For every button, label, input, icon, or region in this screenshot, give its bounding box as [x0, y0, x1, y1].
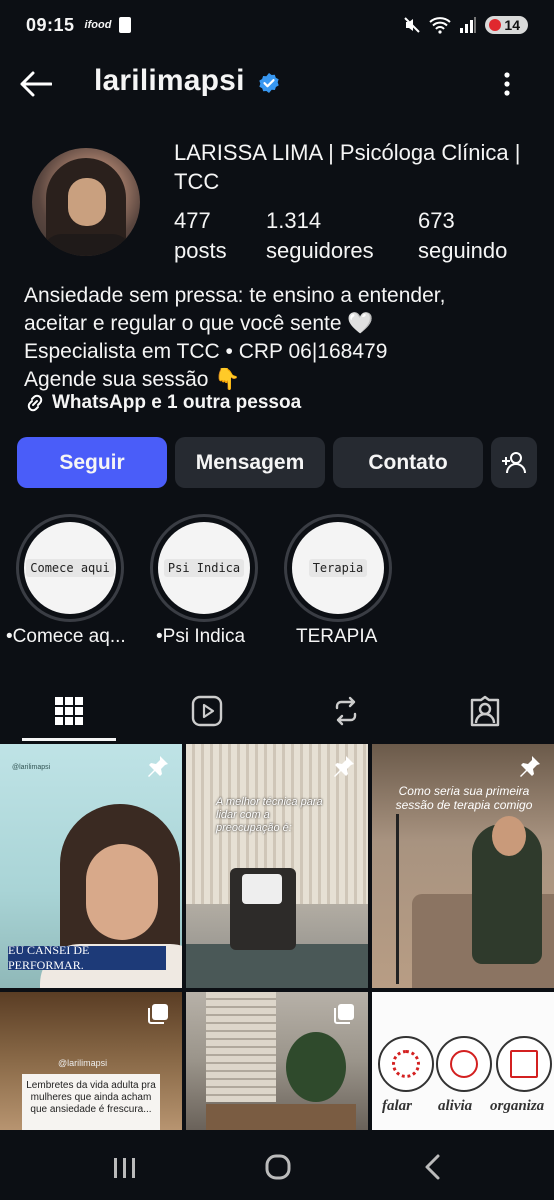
profile-links[interactable]: WhatsApp e 1 outra pessoa: [24, 392, 301, 414]
status-time: 09:15: [26, 14, 75, 35]
profile-header: larilimapsi: [0, 56, 554, 112]
highlight-terapia[interactable]: Terapia TERAPIA: [284, 514, 392, 647]
message-button[interactable]: Mensagem: [175, 437, 325, 488]
post-overlay-text: A melhor técnica para lidar com a preocu…: [216, 796, 323, 834]
system-navigation-bar: [0, 1130, 554, 1200]
highlight-ring: Psi Indica: [150, 514, 258, 622]
post-thumbnail[interactable]: [186, 992, 368, 1130]
stat-posts[interactable]: 477 posts: [174, 206, 227, 266]
suggested-users-button[interactable]: [491, 437, 537, 488]
grid-icon: [55, 697, 83, 725]
tagged-icon: [470, 695, 500, 727]
highlight-cover: Comece aqui: [24, 522, 116, 614]
reels-icon: [191, 695, 223, 727]
links-label: WhatsApp e 1 outra pessoa: [52, 392, 302, 413]
highlight-cover: Terapia: [292, 522, 384, 614]
tab-tagged[interactable]: [416, 680, 554, 742]
post-handle: @larilimapsi: [12, 764, 51, 771]
ifood-notification-icon: ifood: [84, 19, 112, 31]
carousel-icon: [148, 1004, 168, 1024]
post-thumbnail[interactable]: Como seria sua primeira sessão de terapi…: [372, 744, 554, 988]
highlight-cover-text: Comece aqui: [26, 559, 114, 577]
status-bar: 09:15 ifood 14: [0, 0, 554, 50]
stat-label: seguindo: [418, 238, 508, 263]
highlight-caption: •Psi Indica: [156, 626, 246, 647]
profile-display-name: LARISSA LIMA | Psicóloga Clínica | TCC: [174, 140, 521, 194]
battery-level: 14: [504, 17, 520, 33]
battery-indicator: 14: [485, 16, 528, 34]
posts-grid: @larilimapsi EU CANSEI DE PERFORMAR. A m…: [0, 744, 554, 1130]
post-thumbnail[interactable]: @larilimapsi Lembretes da vida adulta pr…: [0, 992, 182, 1130]
profile-tabs: [0, 680, 554, 742]
post-caption: EU CANSEI DE PERFORMAR.: [8, 943, 166, 972]
tab-reposts[interactable]: [277, 680, 415, 742]
reposts-icon: [335, 696, 357, 726]
sd-card-icon: [119, 17, 132, 33]
profile-bio: Ansiedade sem pressa: te ensino a entend…: [24, 282, 544, 394]
tab-grid[interactable]: [0, 680, 138, 742]
post-word: organiza: [490, 1098, 545, 1114]
mute-icon: [404, 17, 421, 33]
contact-button[interactable]: Contato: [333, 437, 483, 488]
stat-label: posts: [174, 238, 227, 263]
post-word: falar: [382, 1098, 412, 1114]
pin-icon: [334, 756, 354, 777]
pin-icon: [520, 756, 540, 777]
highlight-comece-aqui[interactable]: Comece aqui •Comece aq...: [6, 514, 126, 647]
tab-reels[interactable]: [138, 680, 276, 742]
post-overlay-text: Lembretes da vida adulta pra mulheres qu…: [22, 1074, 160, 1130]
bio-line: aceitar e regular o que você sente 🤍: [24, 312, 374, 335]
highlight-caption: •Comece aq...: [6, 626, 126, 647]
battery-saver-icon: [489, 19, 502, 31]
highlight-ring: Comece aqui: [16, 514, 124, 622]
post-overlay-text: Como seria sua primeira sessão de terapi…: [395, 784, 533, 812]
follow-button[interactable]: Seguir: [17, 437, 167, 488]
active-tab-indicator: [22, 738, 116, 741]
verified-badge-icon: [259, 73, 279, 93]
bio-line: Especialista em TCC • CRP 06|168479: [24, 340, 388, 363]
post-word: alivia: [438, 1098, 473, 1114]
profile-avatar[interactable]: [32, 148, 140, 256]
post-thumbnail[interactable]: A melhor técnica para lidar com a preocu…: [186, 744, 368, 988]
post-handle: @larilimapsi: [58, 1058, 108, 1068]
highlight-psi-indica[interactable]: Psi Indica •Psi Indica: [150, 514, 258, 647]
stat-following[interactable]: 673 seguindo: [418, 206, 507, 266]
back-nav-icon[interactable]: [414, 1150, 454, 1184]
highlight-cover-text: Terapia: [308, 559, 368, 577]
profile-username: larilimapsi: [94, 64, 245, 97]
add-user-icon: [502, 451, 526, 473]
back-arrow-icon[interactable]: [18, 70, 52, 98]
more-options-icon[interactable]: [500, 70, 514, 98]
link-icon: [27, 394, 43, 412]
wifi-icon: [429, 17, 452, 34]
highlight-ring: Terapia: [284, 514, 392, 622]
bio-line: Ansiedade sem pressa: te ensino a entend…: [24, 284, 446, 307]
stat-value: 477: [174, 208, 211, 233]
recent-apps-icon[interactable]: [104, 1150, 144, 1184]
highlight-cover: Psi Indica: [158, 522, 250, 614]
stat-value: 673: [418, 208, 455, 233]
signal-icon: [460, 17, 477, 33]
post-thumbnail[interactable]: @larilimapsi EU CANSEI DE PERFORMAR.: [0, 744, 182, 988]
stat-label: seguidores: [266, 238, 374, 263]
carousel-icon: [334, 1004, 354, 1024]
post-thumbnail[interactable]: falar alivia organiza: [372, 992, 554, 1130]
bio-line: Agende sua sessão 👇: [24, 368, 241, 391]
highlight-cover-text: Psi Indica: [163, 559, 245, 577]
pin-icon: [148, 756, 168, 777]
stat-value: 1.314: [266, 208, 322, 233]
stat-followers[interactable]: 1.314 seguidores: [266, 206, 374, 266]
highlight-caption: TERAPIA: [296, 626, 378, 647]
home-icon[interactable]: [258, 1150, 298, 1184]
